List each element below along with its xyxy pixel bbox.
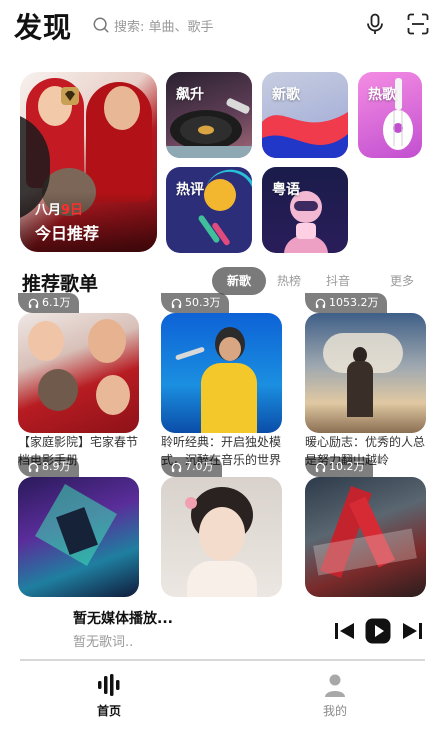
featured-title: 今日推荐: [35, 224, 100, 243]
chart-tile-cantonese[interactable]: 粤语: [262, 167, 348, 253]
header: 发现 搜索: 单曲、歌手: [0, 0, 443, 52]
next-track-icon[interactable]: [399, 618, 425, 644]
playlist-cover: [305, 313, 426, 433]
microphone-icon[interactable]: [363, 12, 387, 36]
play-count: 8.9万: [42, 460, 71, 473]
previous-track-icon[interactable]: [332, 618, 358, 644]
search-bar[interactable]: 搜索: 单曲、歌手: [92, 12, 352, 38]
play-count: 10.2万: [329, 460, 365, 473]
playlist-cover: [305, 477, 426, 597]
user-icon: [325, 674, 345, 697]
headphones-icon: [171, 298, 182, 308]
chart-tile-hot-songs[interactable]: 热歌: [358, 72, 422, 158]
nav-home[interactable]: 首页: [79, 672, 139, 719]
chart-tile-label: 热歌: [368, 87, 396, 103]
headphones-icon: [171, 462, 182, 472]
play-count-badge: 10.2万: [305, 457, 373, 477]
diamond-badge-icon: [61, 87, 79, 105]
sound-wave-icon: [98, 674, 120, 696]
playlist-tabs: 新歌 热榜 抖音 更多: [212, 267, 430, 295]
discover-page: 发现 搜索: 单曲、歌手 八月9日 今日推荐 飙升 新歌 热歌 热评 粤语 推荐…: [0, 0, 443, 749]
play-count-badge: 6.1万: [18, 293, 79, 313]
now-playing-lyrics: 暂无歌词..: [73, 635, 134, 650]
headphones-icon: [315, 298, 326, 308]
play-count: 50.3万: [185, 296, 221, 309]
chart-tile-label: 飙升: [176, 87, 204, 103]
headphones-icon: [28, 462, 39, 472]
play-count: 6.1万: [42, 296, 71, 309]
play-count-badge: 7.0万: [161, 457, 222, 477]
playlist-cover: [18, 477, 139, 597]
featured-month: 八月: [35, 203, 62, 218]
chart-tile-label: 新歌: [272, 87, 300, 103]
chart-tile-hot-comments[interactable]: 热评: [166, 167, 252, 253]
nav-profile[interactable]: 我的: [305, 672, 365, 719]
play-button[interactable]: [365, 618, 391, 644]
playlist-cover: [18, 313, 139, 433]
chart-tile-label: 热评: [176, 182, 204, 198]
chart-tile-new-songs[interactable]: 新歌: [262, 72, 348, 158]
chart-tile-soaring[interactable]: 飙升: [166, 72, 252, 158]
page-title: 发现: [14, 11, 73, 44]
play-count-badge: 50.3万: [161, 293, 229, 313]
play-count: 1053.2万: [329, 296, 379, 309]
divider: [20, 659, 425, 661]
playlist-cover: [161, 313, 282, 433]
playlist-cover: [161, 477, 282, 597]
search-placeholder: 搜索: 单曲、歌手: [114, 19, 214, 35]
play-count-badge: 8.9万: [18, 457, 79, 477]
chart-tile-label: 粤语: [272, 182, 300, 198]
nav-home-label: 首页: [96, 704, 121, 718]
play-count-badge: 1053.2万: [305, 293, 387, 313]
cover-art: [104, 86, 140, 130]
scan-icon[interactable]: [406, 12, 430, 36]
tab-new[interactable]: 新歌: [212, 267, 266, 295]
nav-profile-label: 我的: [322, 704, 347, 718]
tab-douyin[interactable]: 抖音: [316, 267, 360, 295]
play-count: 7.0万: [185, 460, 214, 473]
search-icon: [93, 17, 109, 33]
headphones-icon: [315, 462, 326, 472]
featured-date: 八月9日: [35, 199, 83, 218]
featured-day: 9日: [61, 203, 84, 218]
mini-player[interactable]: 暂无媒体播放... 暂无歌词..: [0, 598, 443, 660]
now-playing-title: 暂无媒体播放...: [73, 611, 173, 627]
daily-recommend-card[interactable]: 八月9日 今日推荐: [20, 72, 157, 252]
section-title: 推荐歌单: [22, 273, 99, 295]
tab-more[interactable]: 更多: [380, 267, 424, 295]
tab-hot[interactable]: 热榜: [267, 267, 311, 295]
headphones-icon: [28, 298, 39, 308]
